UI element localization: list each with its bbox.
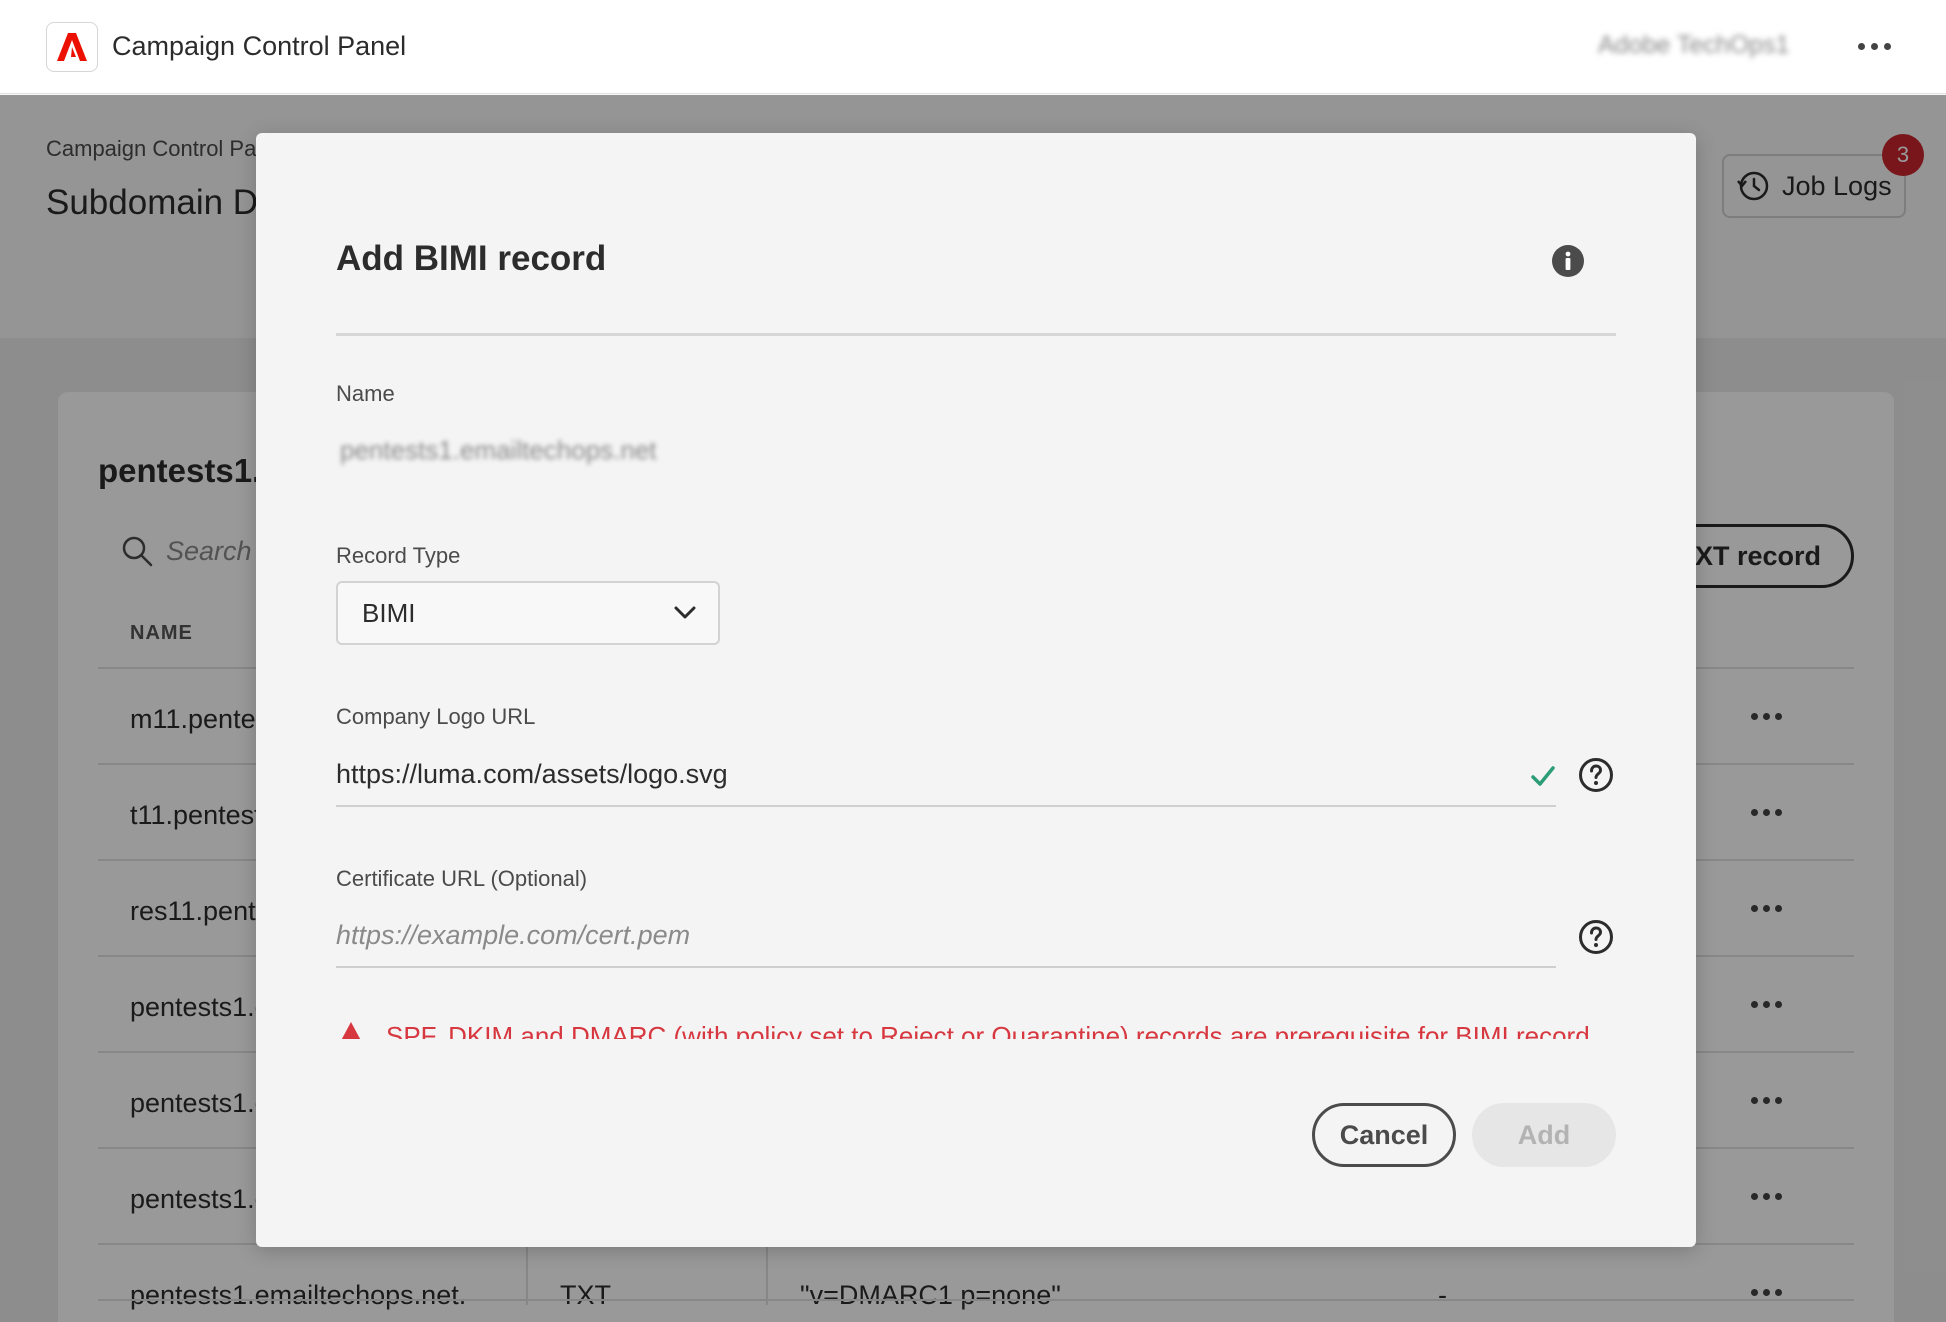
logo-url-label: Company Logo URL [336,704,536,729]
cancel-button[interactable]: Cancel [1312,1103,1456,1167]
cert-url-field[interactable] [336,904,1556,968]
info-icon[interactable] [1552,245,1584,277]
help-icon[interactable] [1578,757,1614,793]
help-icon[interactable] [1578,919,1614,955]
more-horizontal-icon[interactable] [1852,30,1896,62]
app-title: Campaign Control Panel [112,31,407,61]
top-bar: Campaign Control Panel Adobe TechOps1 [0,0,1946,94]
cert-url-input[interactable] [336,904,1556,966]
adobe-logo-icon[interactable] [46,22,98,72]
add-button[interactable]: Add [1472,1103,1616,1167]
dialog-title: Add BIMI record [336,239,607,278]
prerequisite-alert: SPF, DKIM and DMARC (with policy set to … [336,1017,1616,1039]
logo-url-field[interactable]: https://luma.com/assets/logo.svg [336,743,1556,807]
add-bimi-dialog: Add BIMI record Name pentests1.emailtech… [256,133,1696,1247]
alert-icon [341,1022,361,1039]
logo-url-value: https://luma.com/assets/logo.svg [336,758,728,789]
chevron-down-icon [674,606,696,619]
dialog-divider [336,333,1616,336]
record-type-select[interactable]: BIMI [336,581,720,645]
checkmark-icon [1531,766,1555,786]
record-type-label: Record Type [336,543,461,568]
name-value: pentests1.emailtechops.net [340,435,657,465]
cert-url-label: Certificate URL (Optional) [336,866,588,891]
org-name[interactable]: Adobe TechOps1 [1598,31,1789,60]
record-type-value: BIMI [362,597,416,628]
name-label: Name [336,381,395,406]
alert-text: SPF, DKIM and DMARC (with policy set to … [386,1021,1590,1039]
